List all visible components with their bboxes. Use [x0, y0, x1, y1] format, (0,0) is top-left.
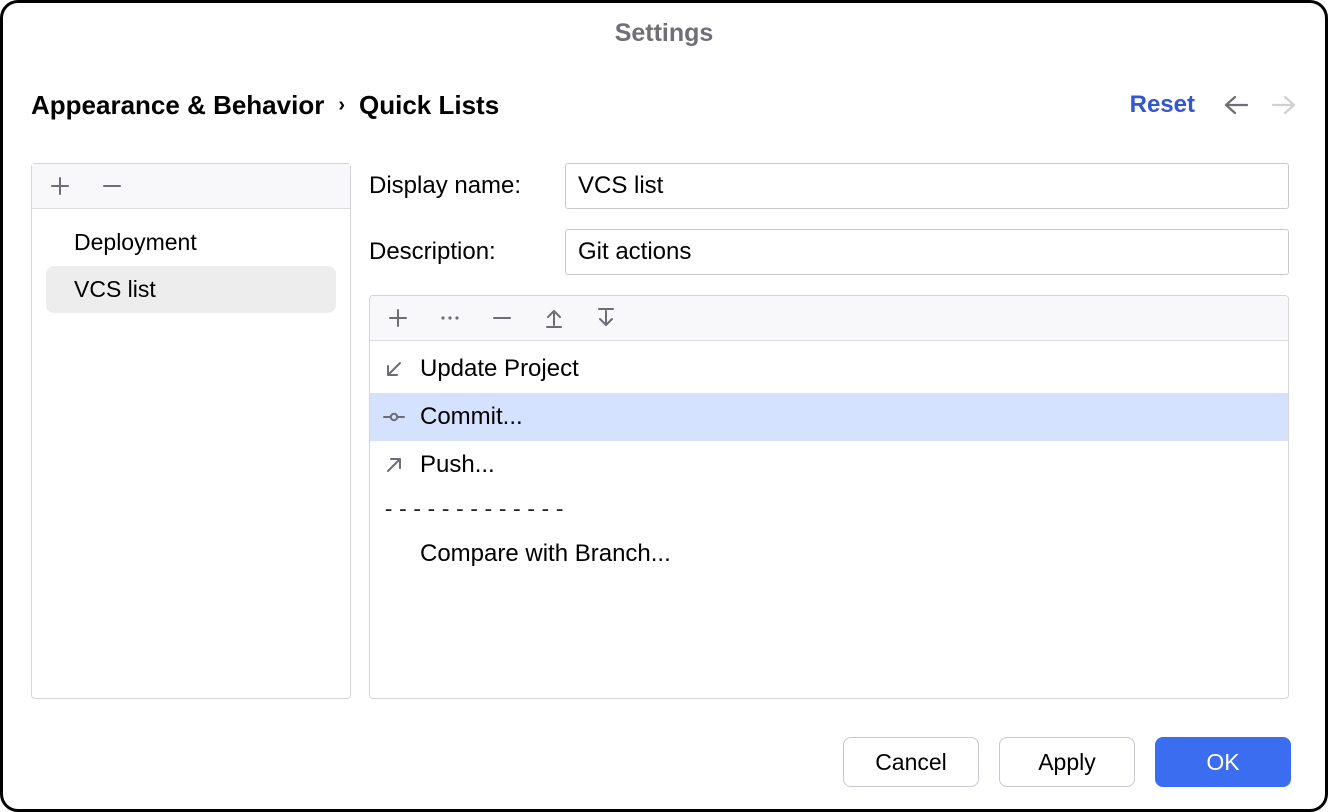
action-item-label: Update Project [420, 355, 579, 383]
actions-panel: Update Project Commit... Push... [369, 295, 1289, 699]
arrow-up-bar-icon [544, 307, 564, 329]
add-action-button[interactable] [386, 306, 410, 330]
action-item-commit[interactable]: Commit... [370, 393, 1288, 441]
action-item-label: Compare with Branch... [420, 540, 671, 568]
commit-icon [382, 405, 406, 429]
remove-quick-list-button[interactable] [100, 174, 124, 198]
quick-list-detail-panel: Display name: Description: [369, 163, 1289, 699]
dialog-button-bar: Cancel Apply OK [843, 737, 1291, 787]
breadcrumb-separator: › [338, 94, 345, 117]
reset-link[interactable]: Reset [1130, 91, 1195, 119]
add-separator-button[interactable] [438, 306, 462, 330]
display-name-label: Display name: [369, 172, 565, 200]
description-row: Description: [369, 229, 1289, 275]
push-icon [382, 453, 406, 477]
apply-button[interactable]: Apply [999, 737, 1135, 787]
breadcrumb-parent[interactable]: Appearance & Behavior [31, 90, 324, 121]
window-title: Settings [3, 19, 1325, 48]
breadcrumb-current: Quick Lists [359, 90, 499, 121]
move-up-button[interactable] [542, 306, 566, 330]
display-name-input[interactable] [565, 163, 1289, 209]
nav-back-button[interactable] [1223, 95, 1249, 115]
cancel-button[interactable]: Cancel [843, 737, 979, 787]
settings-window: Settings Appearance & Behavior › Quick L… [0, 0, 1328, 812]
ok-button[interactable]: OK [1155, 737, 1291, 787]
action-item-label: Push... [420, 451, 495, 479]
quick-list-item-label: Deployment [74, 229, 197, 255]
button-label: Apply [1038, 749, 1096, 776]
quick-list-item-deployment[interactable]: Deployment [32, 219, 350, 266]
quick-lists-toolbar [32, 164, 350, 209]
remove-action-button[interactable] [490, 306, 514, 330]
nav-forward-button[interactable] [1271, 95, 1297, 115]
action-item-update-project[interactable]: Update Project [370, 345, 1288, 393]
arrow-down-bar-icon [596, 307, 616, 329]
description-input[interactable] [565, 229, 1289, 275]
button-label: Cancel [875, 749, 947, 776]
action-item-compare-with-branch[interactable]: Compare with Branch... [370, 530, 1288, 578]
arrow-left-icon [1223, 95, 1249, 115]
update-project-icon [382, 357, 406, 381]
description-label: Description: [369, 238, 565, 266]
move-down-button[interactable] [594, 306, 618, 330]
breadcrumb-bar: Appearance & Behavior › Quick Lists Rese… [31, 85, 1297, 125]
action-item-label: Commit... [420, 403, 523, 431]
actions-toolbar [370, 296, 1288, 341]
arrow-right-icon [1271, 95, 1297, 115]
minus-icon [102, 176, 122, 196]
action-item-push[interactable]: Push... [370, 441, 1288, 489]
display-name-row: Display name: [369, 163, 1289, 209]
plus-icon [50, 176, 70, 196]
minus-icon [492, 308, 512, 328]
quick-list-item-vcs-list[interactable]: VCS list [46, 266, 336, 313]
quick-lists-panel: Deployment VCS list [31, 163, 351, 699]
plus-icon [388, 308, 408, 328]
add-quick-list-button[interactable] [48, 174, 72, 198]
quick-list-item-label: VCS list [74, 276, 156, 302]
separator-icon [440, 314, 460, 322]
action-separator[interactable]: ------------- [370, 489, 1288, 530]
button-label: OK [1206, 749, 1239, 776]
actions-list: Update Project Commit... Push... [370, 341, 1288, 578]
content-area: Deployment VCS list Display name: Descri… [31, 163, 1289, 699]
quick-lists-items: Deployment VCS list [32, 209, 350, 313]
